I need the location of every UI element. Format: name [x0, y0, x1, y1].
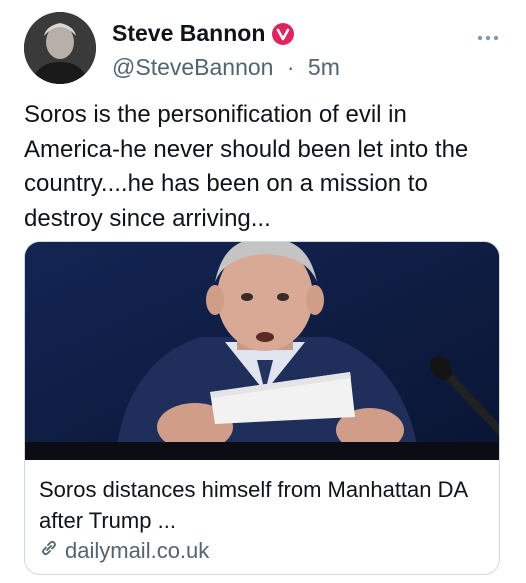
author-handle-row: @SteveBannon · 5m — [112, 54, 340, 81]
author-display-name[interactable]: Steve Bannon — [112, 20, 265, 47]
link-card-domain: dailymail.co.uk — [39, 538, 209, 564]
post-text: Soros is the personification of evil in … — [24, 101, 469, 232]
author-name-row: Steve Bannon — [112, 20, 295, 47]
link-card-title: Soros distances himself from Manhattan D… — [39, 477, 467, 533]
post-timestamp[interactable]: 5m — [308, 54, 340, 80]
verified-badge-icon — [271, 22, 295, 46]
handle-separator: · — [286, 54, 295, 80]
more-horizontal-icon[interactable] — [474, 28, 502, 48]
link-icon — [39, 538, 59, 564]
post: Steve Bannon @SteveBannon · 5m Soros is … — [0, 0, 526, 583]
link-card-domain-text: dailymail.co.uk — [65, 538, 210, 563]
link-card-image — [25, 242, 499, 460]
link-card[interactable]: Soros distances himself from Manhattan D… — [24, 241, 500, 575]
author-handle[interactable]: @SteveBannon — [112, 54, 273, 80]
avatar[interactable] — [24, 12, 96, 84]
